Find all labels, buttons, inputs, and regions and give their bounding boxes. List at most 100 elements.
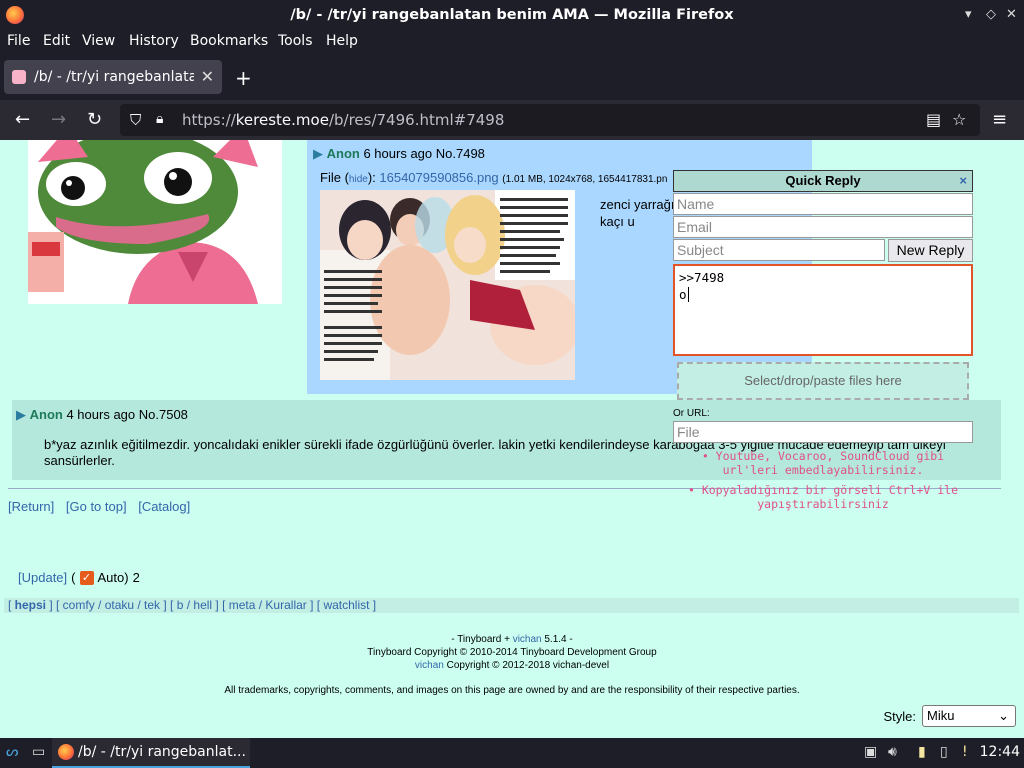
file-dropzone[interactable]: Select/drop/paste files here [677, 362, 969, 400]
bookmark-star-icon[interactable]: ☆ [952, 110, 966, 129]
tab-close-icon[interactable]: ✕ [201, 67, 214, 86]
window-titlebar: /b/ - /tr/yi rangebanlatan benim AMA — M… [0, 0, 1024, 30]
minimize-icon[interactable]: ▾ [965, 7, 972, 22]
return-link[interactable]: [Return] [8, 499, 54, 514]
auto-update-checkbox[interactable]: ✓ [79, 570, 94, 585]
hide-file-link[interactable]: hide [349, 174, 368, 185]
forward-icon[interactable]: → [51, 109, 66, 130]
email-field[interactable]: Email [673, 216, 973, 238]
vichan-link[interactable]: vichan [513, 634, 542, 645]
file-url-field[interactable]: File [673, 421, 973, 443]
file-info: File (hide): 1654079590856.png (1.01 MB,… [320, 170, 668, 185]
window-title: /b/ - /tr/yi rangebanlatan benim AMA — M… [290, 7, 734, 23]
poster-name: Anon [29, 407, 63, 422]
boardlist-bracket: [ [8, 598, 15, 612]
tab-label: /b/ - /tr/yi rangebanlatan [34, 69, 194, 85]
quick-reply-close-icon[interactable]: × [959, 171, 967, 191]
tip-embed: • Youtube, Vocaroo, SoundCloud gibi url'… [701, 449, 945, 477]
file-link[interactable]: 1654079590856.png [379, 170, 498, 185]
tab-strip: /b/ - /tr/yi rangebanlatan ✕ + [0, 54, 1024, 100]
reload-icon[interactable]: ↻ [87, 109, 102, 130]
name-field[interactable]: Name [673, 193, 973, 215]
post-image-thumbnail[interactable] [320, 190, 575, 380]
task-label: /b/ - /tr/yi rangebanlat... [78, 744, 246, 760]
menu-edit[interactable]: Edit [43, 33, 70, 49]
go-to-top-link[interactable]: [Go to top] [66, 499, 127, 514]
new-reply-button[interactable]: New Reply [888, 239, 973, 262]
auto-update-row: [Update] ( ✓ Auto) 2 [18, 570, 140, 585]
tip-paste: • Kopyaladığınız bir görseli Ctrl+V ile … [687, 483, 959, 511]
post-menu-arrow-icon[interactable]: ▶ [313, 146, 323, 161]
footer-disclaimer: All trademarks, copyrights, comments, an… [224, 685, 800, 696]
menu-bookmarks[interactable]: Bookmarks [190, 33, 268, 49]
post-number[interactable]: No.7508 [139, 407, 188, 422]
tab-active[interactable]: /b/ - /tr/yi rangebanlatan ✕ [4, 60, 222, 94]
quick-reply-header[interactable]: Quick Reply × [673, 170, 973, 192]
board-link-hepsi[interactable]: hepsi [15, 598, 46, 612]
file-label: File [320, 170, 341, 185]
footer-line3: vichan Copyright © 2012-2018 vichan-deve… [0, 659, 1024, 672]
update-link[interactable]: [Update] [18, 570, 67, 585]
quick-reply-title: Quick Reply [785, 173, 861, 188]
menu-view[interactable]: View [82, 33, 115, 49]
paren-open: ( [71, 570, 76, 585]
new-tab-icon[interactable]: + [235, 66, 252, 90]
notification-icon[interactable]: ! [962, 744, 968, 760]
post-time: 6 hours ago [363, 146, 433, 161]
or-url-label: Or URL: [673, 408, 710, 419]
vichan-link[interactable]: vichan [415, 660, 444, 671]
menu-tools[interactable]: Tools [278, 33, 313, 49]
auto-label: Auto) [97, 570, 129, 585]
restore-icon[interactable]: ◇ [986, 7, 996, 22]
page-content: ▶ Anon 6 hours ago No.7498 File (hide): … [0, 140, 1024, 738]
quick-reply-tips: • Youtube, Vocaroo, SoundCloud gibi url'… [673, 449, 973, 511]
post-header: ▶ Anon 4 hours ago No.7508 [16, 407, 188, 423]
taskbar-firefox-task[interactable]: /b/ - /tr/yi rangebanlat... [52, 738, 250, 768]
footer-text: Copyright © 2012-2018 vichan-devel [443, 660, 610, 671]
post-number[interactable]: No.7498 [436, 146, 485, 161]
menu-file[interactable]: File [7, 33, 30, 49]
footer: - Tinyboard + vichan 5.1.4 - Tinyboard C… [0, 633, 1024, 697]
clipboard-icon[interactable]: ▯ [940, 744, 948, 760]
quick-reply-panel: Quick Reply × Name Email Subject New Rep… [673, 170, 973, 517]
post-time: 4 hours ago [66, 407, 136, 422]
comment-line: o [679, 287, 689, 302]
board-links[interactable]: ] [ comfy / otaku / tek ] [ b / hell ] [… [46, 598, 376, 612]
subject-field[interactable]: Subject [673, 239, 885, 261]
thread-nav-links: [Return] [Go to top] [Catalog] [8, 499, 198, 514]
poster-name: Anon [326, 146, 360, 161]
url-text[interactable]: https://kereste.moe/b/res/7496.html#7498 [182, 111, 504, 129]
hamburger-menu-icon[interactable]: ≡ [992, 109, 1007, 130]
menu-help[interactable]: Help [326, 33, 358, 49]
catalog-link[interactable]: [Catalog] [138, 499, 190, 514]
style-select[interactable]: Miku ⌄ [922, 705, 1016, 727]
style-value: Miku [927, 708, 955, 723]
lock-icon[interactable]: 🔒︎ [156, 111, 163, 127]
tray-app-icon[interactable]: ▣ [864, 744, 877, 760]
subject-row: Subject New Reply [673, 239, 973, 262]
post-menu-arrow-icon[interactable]: ▶ [16, 407, 26, 422]
start-menu-icon[interactable]: ᔕ [6, 744, 18, 760]
chevron-down-icon: ⌄ [998, 708, 1009, 723]
file-manager-icon[interactable]: ▭ [32, 744, 45, 760]
footer-text: - Tinyboard + [451, 634, 513, 645]
update-countdown: 2 [132, 570, 140, 585]
volume-icon[interactable]: 🔊︎ [888, 744, 897, 760]
url-bar[interactable]: ⛉ 🔒︎ https://kereste.moe/b/res/7496.html… [120, 104, 980, 136]
file-meta: (1.01 MB, 1024x768, 1654417831.pn [502, 174, 668, 185]
back-icon[interactable]: ← [15, 109, 30, 130]
notes-icon[interactable]: ▮ [918, 744, 926, 760]
comment-textarea[interactable]: >>7498 o [673, 264, 973, 356]
style-selector-row: Style: Miku ⌄ [883, 705, 1016, 727]
post-header: ▶ Anon 6 hours ago No.7498 [313, 146, 485, 162]
style-label: Style: [883, 708, 916, 724]
tracking-shield-icon[interactable]: ⛉ [130, 111, 141, 129]
op-image[interactable] [28, 140, 282, 304]
menu-history[interactable]: History [129, 33, 179, 49]
reader-view-icon[interactable]: ▤ [926, 110, 941, 129]
close-window-icon[interactable]: ✕ [1006, 7, 1017, 22]
navigation-bar: ← → ↻ ⛉ 🔒︎ https://kereste.moe/b/res/749… [0, 100, 1024, 140]
board-list: [ hepsi ] [ comfy / otaku / tek ] [ b / … [4, 598, 1019, 613]
taskbar: ᔕ ▭ /b/ - /tr/yi rangebanlat... ▣ 🔊︎ ▮ ▯… [0, 738, 1024, 768]
clock: 12:44 [979, 744, 1020, 760]
